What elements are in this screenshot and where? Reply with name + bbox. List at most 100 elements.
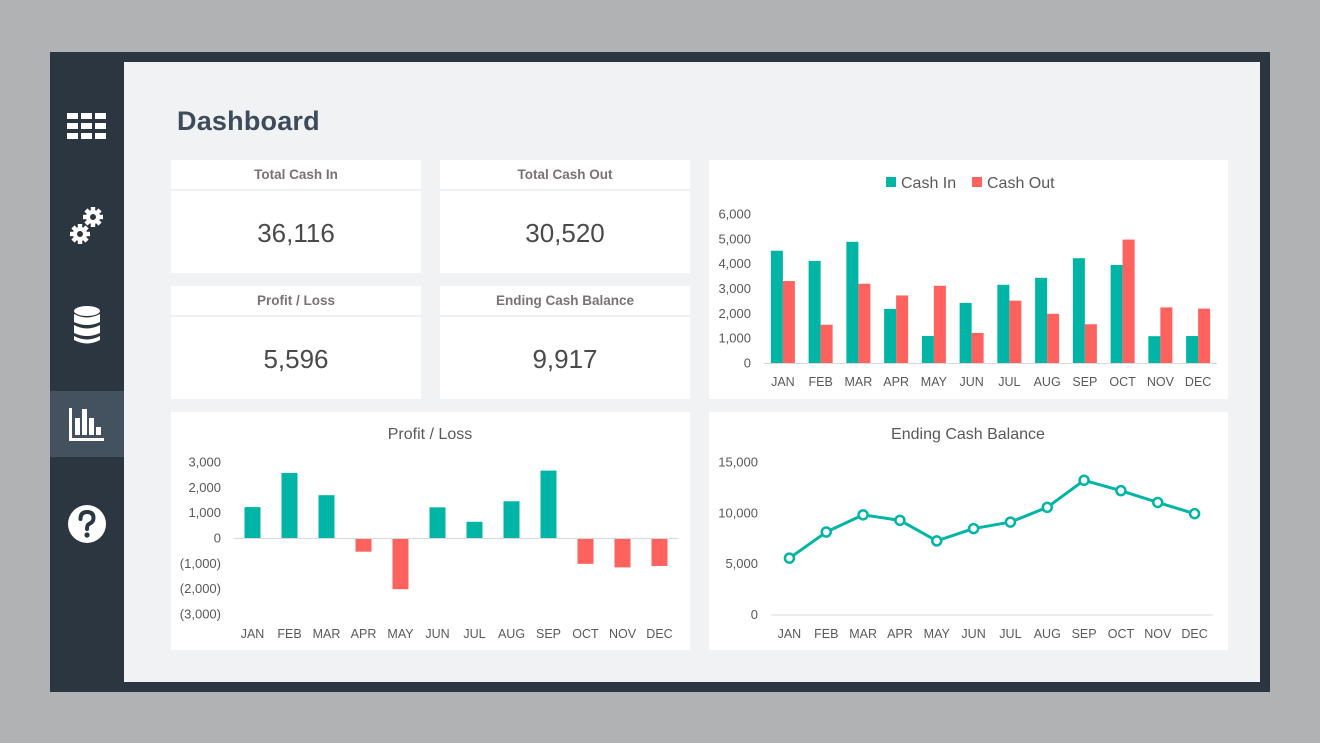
profit-loss-chart: Profit / Loss (3,000) (2,000) (1,000) 0 1,000… (180, 426, 678, 641)
balance-point (1115, 484, 1127, 497)
bar-cash-out (1160, 307, 1173, 363)
legend-swatch-cash-in (886, 177, 896, 187)
bar-cash-in (884, 308, 897, 363)
x-tick-label: APR (887, 627, 913, 641)
x-tick-label: MAR (313, 627, 341, 641)
y-tick-label: 4,000 (718, 256, 751, 271)
x-tick-label: JUL (998, 375, 1020, 389)
x-tick-label: JUN (425, 627, 449, 641)
y-tick-label: 0 (744, 356, 751, 371)
bar-cash-in (846, 241, 859, 363)
bar-cash-in (1035, 277, 1048, 363)
ending-cash-balance-chart-card: Ending Cash Balance 0 5,000 10,000 15,000 JAN… (709, 412, 1228, 650)
x-tick-label: JAN (771, 375, 795, 389)
kpi-label: Ending Cash Balance (440, 286, 690, 317)
gears-icon (70, 207, 103, 244)
kpi-label: Total Cash Out (440, 160, 690, 191)
x-tick-label: NOV (1147, 375, 1175, 389)
x-tick-label: SEP (1072, 627, 1097, 641)
y-tick-label: 5,000 (718, 231, 751, 246)
kpi-card-ending-cash-balance: Ending Cash Balance 9,917 (440, 286, 690, 399)
grid-icon (67, 113, 106, 139)
sidebar-item-dashboard[interactable] (50, 391, 124, 457)
cash-flow-chart: Cash In Cash Out 0 1,000 2,000 3,000 4,000 5,00… (718, 175, 1217, 389)
dashboard-panel: Dashboard Total Cash In 36,116 Total Cas… (124, 62, 1260, 682)
bar-cash-in (1110, 264, 1123, 363)
x-tick-label: DEC (1185, 375, 1211, 389)
balance-point (820, 526, 832, 538)
x-tick-label: APR (883, 375, 909, 389)
x-tick-label: FEB (277, 627, 301, 641)
x-tick-label: AUG (1034, 627, 1061, 641)
bar-chart-icon (69, 408, 104, 441)
x-tick-label: MAY (921, 375, 948, 389)
bar-profit (318, 495, 335, 538)
sidebar-item-settings[interactable] (50, 193, 124, 259)
bar-cash-in (1072, 258, 1085, 363)
balance-point (1188, 507, 1201, 520)
legend-swatch-cash-out (972, 177, 982, 187)
bar-loss (614, 538, 631, 568)
y-tick-label: 6,000 (718, 207, 751, 222)
sidebar-item-grid-menu[interactable] (50, 94, 124, 160)
cash-flow-chart-card: Cash In Cash Out 0 1,000 2,000 3,000 4,000 5,00… (709, 160, 1228, 399)
x-tick-label: SEP (536, 627, 561, 641)
kpi-value: 9,917 (532, 343, 598, 374)
y-tick-label: 2,000 (188, 480, 221, 495)
question-circle-icon (68, 505, 106, 543)
x-tick-label: JUL (999, 627, 1021, 641)
y-tick-label: 2,000 (718, 306, 751, 321)
bar-profit (281, 472, 298, 538)
bar-cash-out (782, 281, 795, 363)
sidebar-item-database[interactable] (50, 292, 124, 358)
y-tick-label: (1,000) (180, 556, 221, 571)
x-tick-label: JUL (463, 627, 485, 641)
bar-cash-in (770, 250, 783, 363)
x-tick-label: DEC (1181, 627, 1207, 641)
x-tick-label: MAR (849, 627, 877, 641)
chart-title: Ending Cash Balance (891, 426, 1045, 443)
sidebar-item-help[interactable] (50, 491, 124, 557)
bar-profit (466, 521, 483, 538)
database-icon (74, 306, 100, 344)
bar-loss (392, 538, 409, 590)
chart-title: Profit / Loss (388, 426, 472, 443)
bar-profit (244, 507, 261, 538)
x-tick-label: APR (351, 627, 377, 641)
bar-cash-out (820, 324, 833, 363)
x-tick-label: JAN (241, 627, 265, 641)
x-tick-label: NOV (609, 627, 637, 641)
app-frame: Dashboard Total Cash In 36,116 Total Cas… (50, 52, 1270, 692)
y-tick-label: 1,000 (188, 505, 221, 520)
x-tick-label: JAN (778, 627, 802, 641)
balance-line (788, 478, 1196, 560)
y-tick-label: 15,000 (718, 455, 758, 470)
y-tick-label: (3,000) (180, 607, 221, 622)
bar-cash-out (933, 285, 946, 363)
bar-cash-out (1047, 313, 1060, 363)
x-tick-label: AUG (498, 627, 525, 641)
y-tick-label: (2,000) (180, 581, 221, 596)
ending-cash-balance-chart: Ending Cash Balance 0 5,000 10,000 15,000 JAN… (718, 426, 1213, 641)
kpi-value: 5,596 (263, 343, 329, 374)
x-tick-label: MAR (844, 375, 872, 389)
y-tick-label: 0 (214, 531, 221, 546)
bar-cash-in (997, 284, 1010, 363)
bar-cash-in (1186, 336, 1199, 363)
balance-point (783, 552, 796, 564)
bar-loss (651, 538, 668, 566)
x-tick-label: MAY (924, 627, 951, 641)
kpi-card-profit-loss: Profit / Loss 5,596 (171, 286, 421, 399)
x-tick-label: AUG (1034, 375, 1061, 389)
bar-cash-out (896, 295, 909, 363)
sidebar (50, 52, 124, 692)
balance-point (1041, 501, 1053, 514)
bar-profit (503, 501, 520, 538)
bar-cash-in (1148, 336, 1161, 363)
bar-cash-in (959, 302, 972, 363)
bar-cash-out (971, 332, 984, 363)
balance-point (894, 514, 906, 527)
balance-point (1078, 474, 1090, 487)
y-tick-label: 0 (751, 607, 758, 622)
kpi-card-total-cash-in: Total Cash In 36,116 (171, 160, 421, 273)
